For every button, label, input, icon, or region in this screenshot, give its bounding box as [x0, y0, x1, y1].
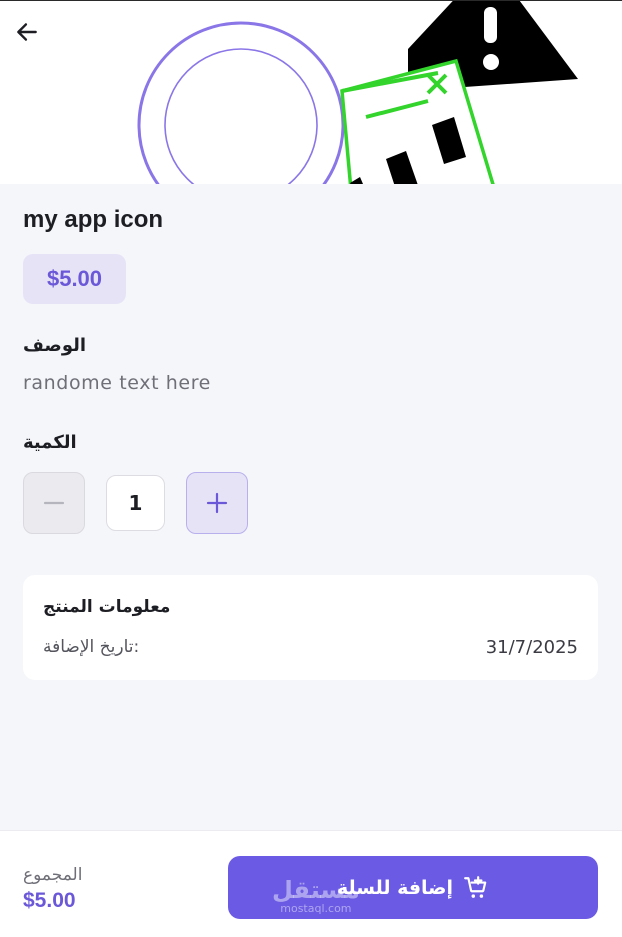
checkout-bar: المجموع $5.00 إضافة للسلة مستقل mostaql.… [0, 830, 622, 937]
warning-bar [484, 7, 497, 43]
increase-quantity-button[interactable] [186, 472, 248, 534]
product-info-title: معلومات المنتج [43, 597, 171, 617]
description-label: الوصف [23, 335, 87, 356]
cart-add-icon [464, 875, 487, 898]
price-badge: $5.00 [23, 254, 126, 304]
product-title: my app icon [23, 206, 164, 233]
back-button[interactable] [14, 19, 54, 59]
decrease-quantity-button[interactable] [23, 472, 85, 534]
description-text: randome text here [23, 372, 211, 394]
minus-icon [43, 501, 65, 505]
product-image [0, 0, 622, 184]
quantity-value[interactable]: 1 [106, 475, 165, 531]
product-info-card: معلومات المنتج تاريخ الإضافة: 31/7/2025 [23, 575, 598, 680]
watermark: مستقل mostaql.com [272, 877, 360, 915]
plus-icon [206, 492, 228, 514]
product-illustration [137, 1, 578, 184]
arrow-left-icon [17, 23, 37, 41]
date-added-label: تاريخ الإضافة: [43, 637, 140, 657]
date-added-value: 31/7/2025 [485, 637, 578, 658]
warning-dot [483, 54, 499, 70]
quantity-label: الكمية [23, 432, 77, 453]
magnifier-inner-ring [164, 48, 318, 184]
watermark-sub: mostaql.com [280, 902, 352, 915]
watermark-main: مستقل [272, 876, 360, 904]
magnifier-outer-ring [137, 21, 345, 184]
total-value: $5.00 [23, 889, 76, 912]
total-label: المجموع [23, 865, 83, 885]
